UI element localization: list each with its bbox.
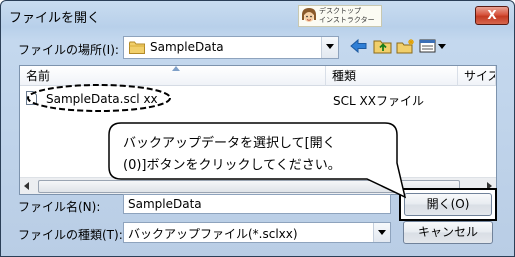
- filename-label: ファイル名(N):: [18, 200, 101, 214]
- instruction-text: バックアップデータを選択して[開く (0)]ボタンをクリックしてください。: [123, 133, 393, 177]
- back-arrow-icon: [350, 38, 367, 54]
- cancel-button[interactable]: キャンセル: [403, 221, 493, 244]
- chevron-down-icon: [326, 44, 334, 49]
- column-header-size[interactable]: サイズ: [458, 66, 496, 86]
- filetype-value: バックアップファイル(*.sclxx): [128, 227, 298, 241]
- chevron-down-icon: [378, 230, 386, 235]
- up-folder-button[interactable]: [373, 38, 395, 56]
- location-value: SampleData: [150, 40, 224, 54]
- logo-line1: デスクトップ: [319, 7, 361, 15]
- back-button[interactable]: [349, 38, 371, 56]
- dialog-title: ファイルを開く: [9, 11, 101, 26]
- location-label: ファイルの場所(I):: [18, 43, 119, 57]
- new-folder-button[interactable]: [396, 38, 418, 56]
- title-bar: ファイルを開く デスクトップ インストラクター X: [1, 1, 514, 31]
- sort-ascending-icon: [172, 66, 180, 71]
- view-menu-icon: [419, 39, 446, 53]
- instructor-face-icon: [302, 8, 316, 22]
- open-button[interactable]: 開く(O): [404, 193, 492, 216]
- column-header-type[interactable]: 種類: [326, 66, 458, 86]
- open-file-dialog: ファイルを開く デスクトップ インストラクター X ファイルの場所(I): Sa…: [0, 0, 515, 257]
- instruction-line1: バックアップデータを選択して[開く: [123, 136, 336, 151]
- filetype-select[interactable]: バックアップファイル(*.sclxx): [123, 222, 391, 243]
- column-size-label: サイズ: [464, 69, 495, 83]
- filetype-label: ファイルの種類(T):: [18, 228, 123, 242]
- location-dropdown-button[interactable]: [321, 37, 338, 58]
- up-folder-icon: [373, 40, 392, 54]
- close-button[interactable]: X: [475, 6, 509, 25]
- location-combo[interactable]: SampleData: [123, 36, 339, 59]
- column-name-label: 名前: [26, 69, 51, 83]
- desktop-instructor-logo: デスクトップ インストラクター: [298, 5, 382, 27]
- instruction-line2: (0)]ボタンをクリックしてください。: [123, 158, 341, 173]
- column-type-label: 種類: [332, 69, 357, 83]
- logo-line2: インストラクター: [319, 16, 375, 24]
- highlight-ellipse: [27, 84, 171, 112]
- view-menu-button[interactable]: [419, 38, 447, 56]
- filetype-dropdown-button[interactable]: [373, 223, 390, 242]
- file-type: SCL XXファイル: [333, 94, 424, 108]
- new-folder-icon: [396, 39, 414, 54]
- scroll-left-icon[interactable]: [24, 182, 29, 190]
- folder-icon: [129, 41, 145, 54]
